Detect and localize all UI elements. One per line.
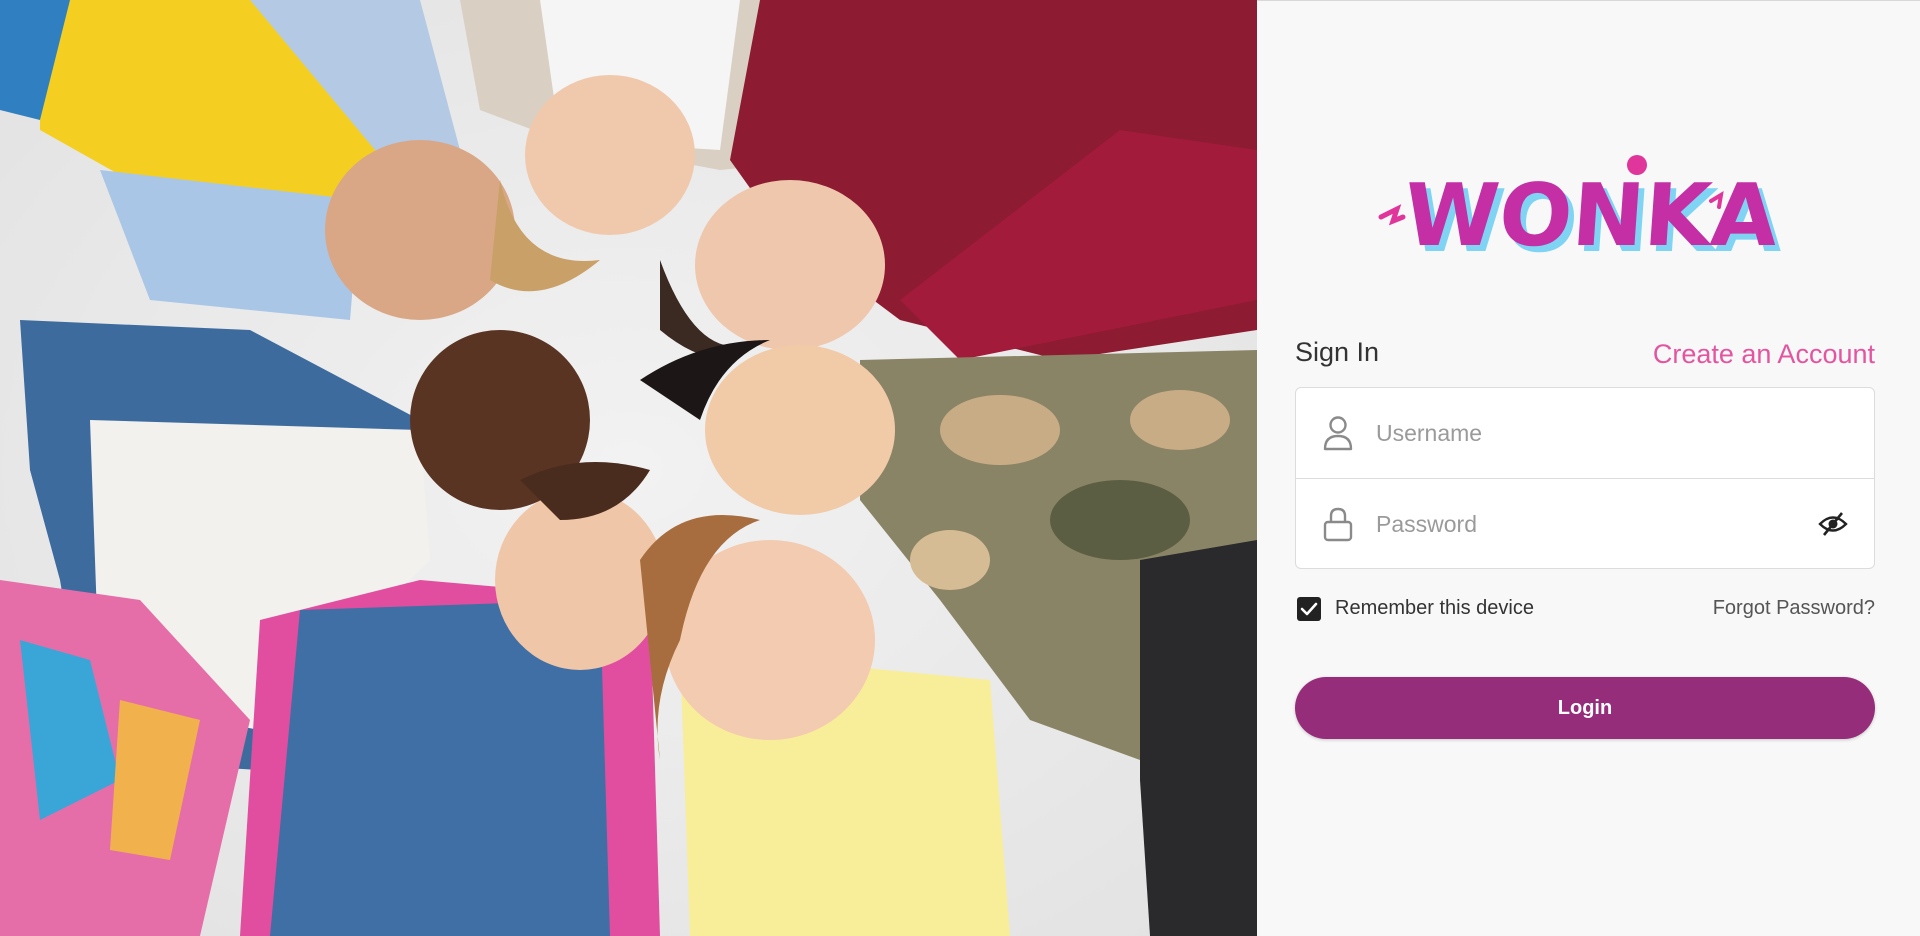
remember-checkbox[interactable]: [1297, 597, 1321, 621]
username-input[interactable]: [1376, 413, 1776, 453]
create-account-link[interactable]: Create an Account: [1653, 339, 1875, 370]
wonka-logo: WONKA WONKA: [1373, 151, 1793, 281]
password-field: [1296, 478, 1874, 569]
user-icon: [1318, 413, 1358, 453]
signin-header: Sign In Create an Account: [1295, 337, 1875, 377]
wonka-logo-image: WONKA WONKA: [1378, 155, 1787, 272]
hero-image: [0, 0, 1257, 936]
eye-slash-icon[interactable]: [1818, 511, 1848, 537]
svg-text:WONKA: WONKA: [1401, 166, 1781, 266]
username-field: [1296, 388, 1874, 478]
lock-icon: [1318, 504, 1358, 544]
checkmark-icon: [1300, 602, 1318, 616]
password-input[interactable]: [1376, 504, 1776, 544]
login-page: WONKA WONKA Sign In Create an Account Us…: [0, 0, 1920, 936]
login-panel: WONKA WONKA Sign In Create an Account Us…: [1257, 0, 1920, 936]
children-photo-image: [0, 0, 1257, 936]
credentials-form: [1295, 387, 1875, 569]
forgot-password-link[interactable]: Forgot Password?: [1713, 597, 1875, 620]
login-options: Remember this device Forgot Password?: [1295, 593, 1875, 625]
login-button[interactable]: Login: [1295, 677, 1875, 739]
remember-label: Remember this device: [1335, 597, 1534, 619]
signin-title: Sign In: [1295, 337, 1380, 367]
